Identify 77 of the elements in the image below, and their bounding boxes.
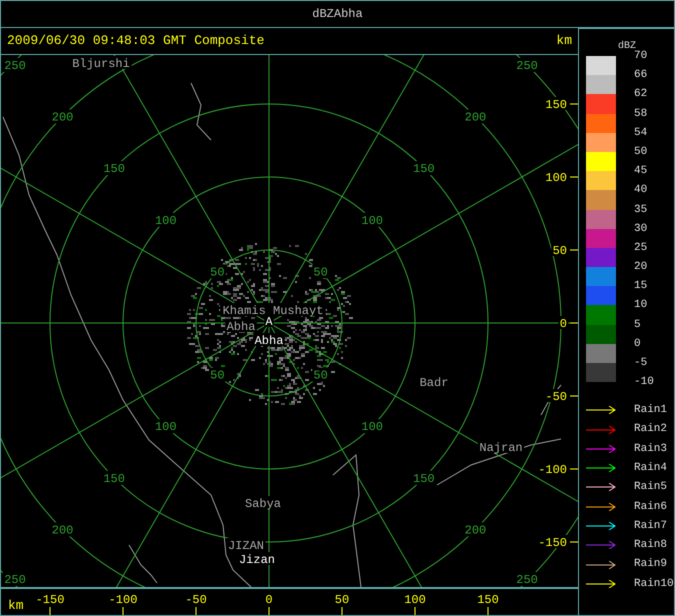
range-label: 100 xyxy=(361,420,384,434)
timestamp-label: 2009/06/30 09:48:03 GMT Composite xyxy=(7,32,264,50)
track-label: Rain3 xyxy=(634,442,668,457)
y-tick-label: -50 xyxy=(545,390,567,404)
radar-site-label: A xyxy=(265,315,273,329)
track-label: Rain1 xyxy=(634,403,668,418)
range-label: 150 xyxy=(413,162,435,176)
track-label: Rain8 xyxy=(634,538,668,554)
level-label: 40 xyxy=(634,184,648,196)
y-tick-label: 0 xyxy=(560,317,567,331)
x-tick-label: -100 xyxy=(108,593,138,607)
x-axis-unit: km xyxy=(8,598,24,613)
window-title: dBZAbha xyxy=(312,6,363,23)
level-label: 20 xyxy=(634,261,648,274)
level-label: 58 xyxy=(634,108,648,120)
level-label: 50 xyxy=(634,146,648,158)
level-label: 30 xyxy=(634,222,648,235)
x-tick-label: 0 xyxy=(265,593,273,607)
unit-label: km xyxy=(556,32,572,50)
level-label: 54 xyxy=(634,126,648,139)
range-label: 50 xyxy=(313,265,328,280)
range-label: 150 xyxy=(103,162,125,176)
x-tick-label: 50 xyxy=(334,593,350,607)
range-label: 200 xyxy=(52,523,74,538)
radar-site-label: Jizan xyxy=(239,553,275,567)
range-label: 50 xyxy=(210,265,225,280)
y-tick-label: 50 xyxy=(552,244,567,258)
range-label: 100 xyxy=(361,214,384,228)
level-label: -5 xyxy=(634,357,648,369)
place-label: Khamis_Mushayt xyxy=(222,304,324,318)
range-label: 100 xyxy=(154,420,177,434)
track-label: Rain9 xyxy=(634,557,668,572)
track-label: Rain7 xyxy=(634,518,668,534)
y-tick-label: -100 xyxy=(538,463,567,477)
range-label: 250 xyxy=(516,573,538,587)
range-label: 200 xyxy=(464,110,486,125)
level-label: 45 xyxy=(634,165,648,178)
level-label: 70 xyxy=(634,50,648,62)
level-label: 66 xyxy=(634,69,648,82)
place-label: Bljurshi xyxy=(72,57,130,71)
legend-title: dBZ xyxy=(618,40,636,52)
level-label: 10 xyxy=(634,299,648,312)
track-label: Rain6 xyxy=(634,500,668,515)
track-label: Rain5 xyxy=(634,480,668,496)
place-label: JIZAN xyxy=(228,539,264,553)
range-label: 150 xyxy=(103,472,125,486)
range-label: 250 xyxy=(4,573,26,587)
x-tick-label: -150 xyxy=(36,593,64,607)
track-label: Rain2 xyxy=(634,422,668,438)
x-tick-label: -50 xyxy=(185,593,207,607)
track-label: Rain4 xyxy=(634,460,668,476)
y-tick-label: 150 xyxy=(545,98,567,112)
radar-site-label: Abha xyxy=(254,334,284,348)
range-label: 250 xyxy=(516,58,538,73)
place-label: Sabya xyxy=(245,497,281,511)
place-label: Badr xyxy=(420,376,448,390)
range-label: 50 xyxy=(210,368,225,383)
level-label: 5 xyxy=(634,318,641,331)
level-label: 15 xyxy=(634,280,648,292)
place-label: Abha xyxy=(226,320,256,334)
track-label: Rain10 xyxy=(634,576,674,592)
range-label: 200 xyxy=(52,110,74,125)
level-label: 0 xyxy=(634,338,641,350)
range-label: 150 xyxy=(413,472,435,486)
range-label: 200 xyxy=(464,523,486,538)
range-label: 50 xyxy=(313,368,328,383)
y-tick-label: -150 xyxy=(538,536,567,550)
x-tick-label: 100 xyxy=(404,593,426,607)
level-label: -10 xyxy=(634,376,654,388)
level-label: 25 xyxy=(634,242,648,254)
range-label: 250 xyxy=(4,58,26,73)
x-tick-label: 150 xyxy=(477,593,499,607)
range-label: 100 xyxy=(154,214,177,228)
level-label: 62 xyxy=(634,88,648,100)
place-label: Najran xyxy=(479,441,523,455)
y-tick-label: 100 xyxy=(545,171,567,185)
level-label: 35 xyxy=(634,204,648,216)
